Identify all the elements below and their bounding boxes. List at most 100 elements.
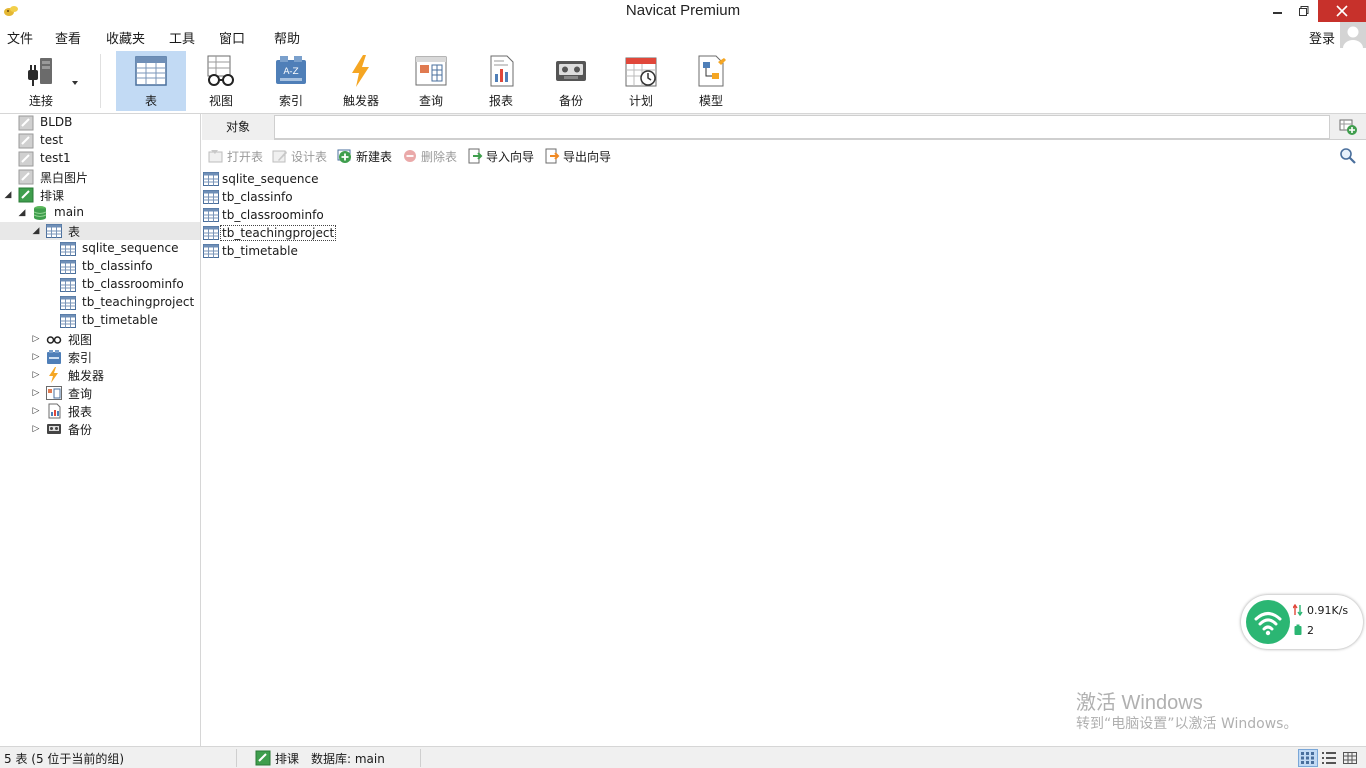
- tree-item-indexes-node[interactable]: ▷ 索引: [0, 348, 200, 366]
- table-icon: [203, 190, 219, 204]
- tree-item-label: sqlite_sequence: [82, 241, 179, 255]
- tree-item-connection[interactable]: test1: [0, 150, 200, 168]
- table-icon: [135, 56, 167, 86]
- tree-item-connection[interactable]: test: [0, 132, 200, 150]
- tree-item-triggers-node[interactable]: ▷ 触发器: [0, 366, 200, 384]
- expanded-arrow-icon[interactable]: ◢: [31, 225, 41, 237]
- object-toolbar: 打开表 设计表 新建表 删除表 导入向导 导出向导: [202, 144, 1366, 168]
- tree-item-connection[interactable]: BLDB: [0, 114, 200, 132]
- tree-item-table[interactable]: tb_classinfo: [0, 258, 200, 276]
- new-table-icon: [337, 149, 351, 163]
- title-bar: Navicat Premium: [0, 0, 1366, 22]
- tool-schedule[interactable]: 计划: [606, 51, 676, 111]
- tree-item-backups-node[interactable]: ▷ 备份: [0, 420, 200, 438]
- export-wizard-label: 导出向导: [563, 149, 612, 164]
- import-wizard-button[interactable]: 导入向导: [467, 147, 534, 165]
- tree-item-table[interactable]: tb_classroominfo: [0, 276, 200, 294]
- tree-item-table[interactable]: tb_timetable: [0, 312, 200, 330]
- list-item[interactable]: tb_timetable: [202, 242, 299, 260]
- menu-file[interactable]: 文件: [7, 28, 33, 47]
- tool-index[interactable]: A-Z 索引: [256, 51, 326, 111]
- tree-item-connection[interactable]: 黑白图片: [0, 168, 200, 186]
- tree-item-table[interactable]: sqlite_sequence: [0, 240, 200, 258]
- minimize-button[interactable]: [1264, 0, 1292, 22]
- list-item[interactable]: tb_classinfo: [202, 188, 294, 206]
- open-table-label: 打开表: [227, 149, 264, 164]
- tool-query[interactable]: 查询: [396, 51, 466, 111]
- glasses-icon: [46, 336, 62, 344]
- view-list-button[interactable]: [1319, 749, 1339, 767]
- design-table-button[interactable]: 设计表: [272, 147, 327, 165]
- table-icon: [203, 172, 219, 186]
- login-link[interactable]: 登录: [1309, 28, 1335, 47]
- tree-item-label: test: [40, 133, 64, 147]
- tool-model[interactable]: 模型: [676, 51, 746, 111]
- list-item[interactable]: tb_classroominfo: [202, 206, 325, 224]
- tree-item-connection-open[interactable]: ◢ 排课: [0, 186, 200, 204]
- import-icon: [468, 148, 483, 164]
- tool-report[interactable]: 报表: [466, 51, 536, 111]
- network-speed-widget[interactable]: 0.91K/s 2: [1241, 595, 1363, 649]
- avatar[interactable]: [1340, 22, 1366, 48]
- tree-item-reports-node[interactable]: ▷ 报表: [0, 402, 200, 420]
- up-down-arrows-icon: [1293, 604, 1303, 616]
- tree-item-queries-node[interactable]: ▷ 查询: [0, 384, 200, 402]
- collapsed-arrow-icon[interactable]: ▷: [31, 369, 41, 381]
- close-icon: [1336, 5, 1348, 17]
- view-detail-button[interactable]: [1340, 749, 1360, 767]
- new-tab-icon[interactable]: [1338, 118, 1358, 136]
- object-tab-bar: 对象: [202, 114, 1366, 140]
- close-button[interactable]: [1318, 0, 1366, 22]
- collapsed-arrow-icon[interactable]: ▷: [31, 333, 41, 345]
- tool-connection[interactable]: 连接: [6, 51, 78, 111]
- report-icon: [490, 55, 514, 87]
- list-item[interactable]: tb_teachingproject: [202, 224, 337, 242]
- export-wizard-button[interactable]: 导出向导: [544, 147, 611, 165]
- menu-favorites[interactable]: 收藏夹: [106, 28, 145, 47]
- restore-button[interactable]: [1290, 0, 1318, 22]
- collapsed-arrow-icon[interactable]: ▷: [31, 405, 41, 417]
- model-icon: [698, 55, 726, 87]
- wifi-icon: [1254, 612, 1282, 636]
- tool-backup[interactable]: 备份: [536, 51, 606, 111]
- lightning-icon: [49, 367, 58, 383]
- objects-panel: 对象 打开表 设计表 新建表 删除表 导入向导 导出向导 sqlite_sequ…: [202, 114, 1366, 746]
- connection-open-icon: [18, 187, 34, 203]
- expanded-arrow-icon[interactable]: ◢: [3, 189, 13, 201]
- wifi-badge: [1246, 600, 1290, 644]
- tool-table[interactable]: 表: [116, 51, 186, 111]
- tool-view[interactable]: 视图: [186, 51, 256, 111]
- chevron-down-icon[interactable]: [72, 81, 78, 85]
- connection-tree: BLDB test test1 黑白图片 ◢ 排课 ◢ main ◢ 表 sql…: [0, 114, 201, 746]
- menu-tools[interactable]: 工具: [169, 28, 195, 47]
- tree-item-label: 备份: [68, 423, 93, 437]
- status-object-count: 5 表 (5 位于当前的组): [4, 752, 125, 766]
- tree-item-tables-node[interactable]: ◢ 表: [0, 222, 200, 240]
- new-table-button[interactable]: 新建表: [337, 147, 392, 165]
- tree-item-views-node[interactable]: ▷ 视图: [0, 330, 200, 348]
- list-item[interactable]: sqlite_sequence: [202, 170, 319, 188]
- collapsed-arrow-icon[interactable]: ▷: [31, 387, 41, 399]
- collapsed-arrow-icon[interactable]: ▷: [31, 423, 41, 435]
- tree-item-table[interactable]: tb_teachingproject: [0, 294, 200, 312]
- menu-view[interactable]: 查看: [55, 28, 81, 47]
- table-icon: [60, 314, 76, 328]
- tree-item-database[interactable]: ◢ main: [0, 204, 200, 222]
- view-grid-button[interactable]: [1298, 749, 1318, 767]
- delete-table-button[interactable]: 删除表: [402, 147, 457, 165]
- menu-window[interactable]: 窗口: [219, 28, 245, 47]
- collapsed-arrow-icon[interactable]: ▷: [31, 351, 41, 363]
- status-connection: 排课: [275, 752, 300, 766]
- tool-label: 模型: [698, 94, 723, 108]
- main-toolbar: 连接 表 视图 A-Z 索引 触发器 查询 报表 备份 计划 模型: [0, 48, 1366, 114]
- expanded-arrow-icon[interactable]: ◢: [17, 207, 27, 219]
- tool-trigger[interactable]: 触发器: [326, 51, 396, 111]
- import-wizard-label: 导入向导: [486, 149, 535, 164]
- design-table-icon: [272, 150, 287, 163]
- tab-objects[interactable]: 对象: [202, 114, 274, 140]
- open-table-button[interactable]: 打开表: [208, 147, 263, 165]
- menu-help[interactable]: 帮助: [274, 28, 300, 47]
- tree-item-label: 索引: [68, 351, 93, 365]
- search-icon[interactable]: [1339, 147, 1357, 165]
- table-icon: [203, 226, 219, 240]
